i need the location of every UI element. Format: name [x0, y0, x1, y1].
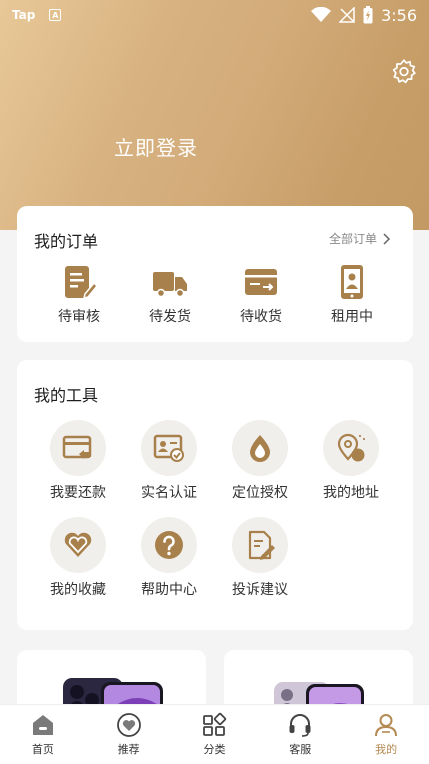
tools-title: 我的工具: [34, 386, 99, 405]
status-bar: Tap A 3:56: [0, 0, 429, 30]
tool-favorites-label: 我的收藏: [50, 582, 106, 598]
heart-circle-icon: [116, 713, 141, 737]
tab-service[interactable]: 客服: [257, 705, 343, 764]
tool-verify-circle: [141, 420, 197, 476]
tab-category-label: 分类: [203, 743, 226, 756]
tab-recommend-label: 推荐: [117, 743, 140, 756]
status-app-label: Tap: [12, 8, 36, 22]
order-to-ship[interactable]: 待发货: [135, 264, 205, 326]
tool-help-circle: [141, 517, 197, 573]
id-card-icon: [153, 434, 184, 462]
tool-verify[interactable]: 实名认证: [129, 420, 209, 502]
order-to-receive[interactable]: 待收货: [226, 264, 296, 326]
repay-card-icon: [62, 435, 92, 459]
category-icon: [203, 712, 227, 736]
chevron-right-icon: [383, 232, 391, 245]
all-orders-link[interactable]: 全部订单: [329, 230, 391, 247]
orders-title: 我的订单: [34, 232, 99, 251]
tools-card: 我的工具 我要还款 实名认证 定位授权 我的地址 我的收藏 帮助中心 投诉建议: [17, 360, 413, 630]
tool-location[interactable]: 定位授权: [220, 420, 300, 502]
edit-doc-icon: [65, 266, 97, 300]
tool-help[interactable]: 帮助中心: [129, 517, 209, 599]
tool-help-label: 帮助中心: [141, 582, 197, 598]
feedback-icon: [248, 530, 275, 560]
order-pending-review[interactable]: 待审核: [44, 264, 114, 326]
tool-repay[interactable]: 我要还款: [38, 420, 118, 502]
orders-card: 我的订单 全部订单 待审核 待发货 待收货 租用中: [17, 206, 413, 342]
tool-repay-circle: [50, 420, 106, 476]
header-background: [0, 0, 429, 230]
order-to-receive-label: 待收货: [240, 309, 282, 325]
tool-location-label: 定位授权: [232, 485, 288, 501]
heart-icon: [64, 532, 92, 557]
all-orders-label: 全部订单: [328, 232, 377, 246]
bottom-tab-bar: 首页 推荐 分类 客服 我的: [0, 704, 429, 764]
user-icon: [375, 714, 398, 737]
tool-address-circle: [323, 420, 379, 476]
headset-icon: [289, 714, 311, 737]
no-signal-icon: [339, 7, 355, 23]
tool-favorites[interactable]: 我的收藏: [38, 517, 118, 599]
clock: 3:56: [381, 5, 417, 25]
tab-home-label: 首页: [31, 743, 54, 756]
tab-service-label: 客服: [289, 743, 312, 756]
tool-address-label: 我的地址: [323, 485, 379, 501]
location-drop-icon: [250, 435, 270, 462]
tool-favorites-circle: [50, 517, 106, 573]
box-icon: [245, 269, 277, 295]
map-pin-icon: [337, 433, 365, 462]
phone-user-icon: [341, 265, 363, 299]
wifi-icon: [311, 7, 332, 22]
tool-repay-label: 我要还款: [50, 485, 106, 501]
login-button[interactable]: 立即登录: [114, 132, 198, 161]
tool-verify-label: 实名认证: [141, 485, 197, 501]
order-renting[interactable]: 租用中: [317, 264, 387, 326]
question-icon: [155, 531, 183, 559]
a-badge-icon: A: [49, 9, 62, 21]
gear-icon[interactable]: [391, 58, 417, 84]
home-icon: [32, 715, 53, 735]
tool-feedback-circle: [232, 517, 288, 573]
tool-address[interactable]: 我的地址: [311, 420, 391, 502]
tool-feedback[interactable]: 投诉建议: [220, 517, 300, 599]
order-pending-review-label: 待审核: [58, 309, 100, 325]
battery-charging-icon: [363, 6, 373, 24]
truck-icon: [153, 272, 187, 298]
tab-recommend[interactable]: 推荐: [86, 705, 172, 764]
order-renting-label: 租用中: [331, 309, 373, 325]
tab-mine-label: 我的: [375, 743, 398, 756]
tool-location-circle: [232, 420, 288, 476]
tab-home[interactable]: 首页: [0, 705, 86, 764]
tab-mine[interactable]: 我的: [343, 705, 429, 764]
order-to-ship-label: 待发货: [149, 309, 191, 325]
tab-category[interactable]: 分类: [172, 705, 258, 764]
tool-feedback-label: 投诉建议: [232, 582, 288, 598]
